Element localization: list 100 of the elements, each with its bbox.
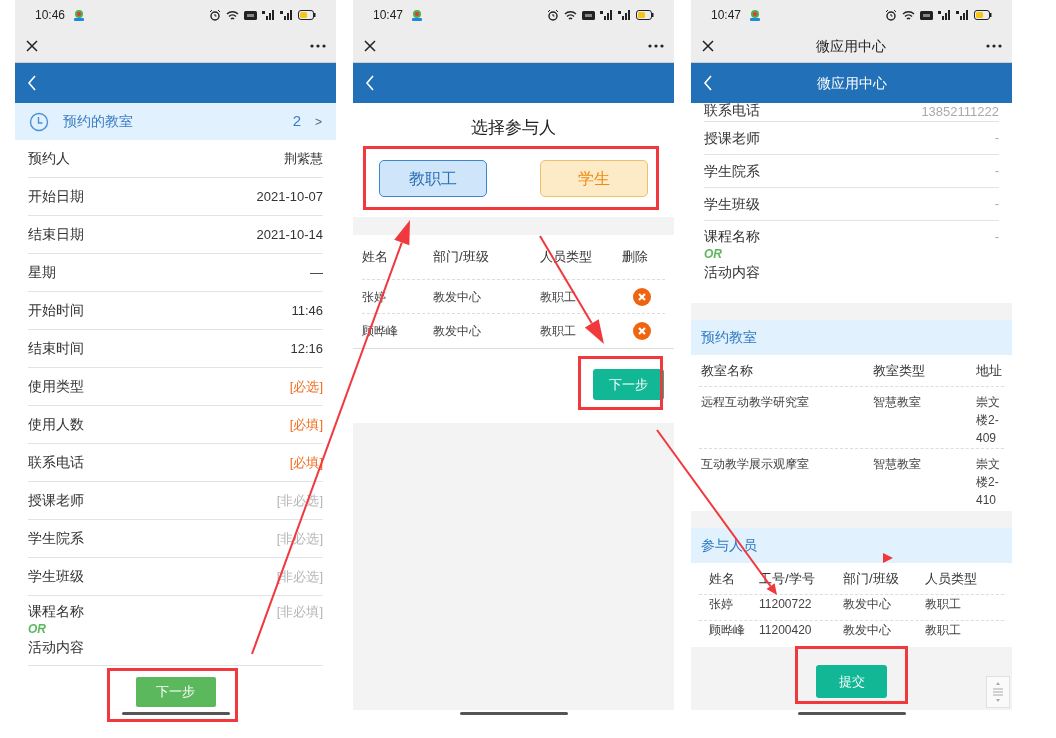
field-label: 结束时间 <box>28 339 84 358</box>
table-cell-text: 张婷 <box>708 596 734 613</box>
field-label: 课程名称 <box>28 602 84 620</box>
summary-count: 2 <box>292 111 301 132</box>
annotation-arrowhead <box>883 553 893 563</box>
column-header: 部门/班级 <box>433 248 490 267</box>
alarm-icon <box>209 9 221 21</box>
hd-icon <box>244 10 257 20</box>
app-logo-icon <box>411 9 424 21</box>
column-header: 人员类型 <box>540 248 593 267</box>
status-time: 10:47 <box>373 7 404 24</box>
scroll-handle-icon[interactable] <box>986 676 1010 708</box>
field-label: 活动内容 <box>704 263 760 281</box>
table-cell-text: 顾晔峰 <box>708 622 746 639</box>
field-label: 预约人 <box>28 149 70 168</box>
column-header: 删除 <box>622 248 649 267</box>
field-label: 联系电话 <box>28 453 84 472</box>
delete-icon[interactable] <box>633 287 651 306</box>
field-label: 结束日期 <box>28 225 84 244</box>
alarm-icon <box>885 9 897 21</box>
table-cell-text: 崇文楼2-410 <box>976 456 1001 509</box>
table-cell-text: 教职工 <box>925 622 962 639</box>
table-cell-text: 11200420 <box>759 622 813 639</box>
status-time: 10:47 <box>711 7 742 24</box>
table-cell-text: 崇文楼2-409 <box>976 394 1001 447</box>
status-time: 10:46 <box>35 7 66 24</box>
hd-icon <box>920 10 933 20</box>
table-cell-text: 教职工 <box>540 323 577 340</box>
field-value: - <box>994 195 999 214</box>
table-cell-text: 远程互动教学研究室 <box>700 394 810 411</box>
field-value: — <box>310 263 323 282</box>
back-icon[interactable] <box>365 75 375 91</box>
field-label: 学生班级 <box>704 194 760 214</box>
next-button[interactable]: 下一步 <box>593 369 664 400</box>
table-cell-text: 互动教学展示观摩室 <box>700 456 810 473</box>
signal-icon <box>600 10 613 20</box>
field-label: 授课老师 <box>704 128 760 148</box>
close-icon[interactable] <box>701 39 715 53</box>
column-header: 教室名称 <box>700 361 754 380</box>
clock-icon <box>29 111 49 132</box>
battery-icon <box>636 10 654 20</box>
submit-button[interactable]: 提交 <box>816 665 887 698</box>
more-icon[interactable] <box>986 44 1002 48</box>
field-value: [非必填] <box>276 603 323 621</box>
section-header: 参与人员 <box>691 528 1012 563</box>
signal-icon <box>280 10 293 20</box>
signal-icon <box>262 10 275 20</box>
field-label: 使用人数 <box>28 415 84 434</box>
field-value: - <box>994 129 999 148</box>
page-title: 微应用中心 <box>815 73 888 93</box>
wifi-icon <box>564 9 577 21</box>
field-label: 联系电话 <box>704 101 760 120</box>
page-title: 选择参与人 <box>470 117 557 139</box>
field-value: [必填] <box>289 415 323 434</box>
close-icon[interactable] <box>25 39 39 53</box>
field-label: 开始时间 <box>28 301 84 320</box>
summary-row[interactable]: 预约的教室 2 > <box>15 103 336 140</box>
category-button[interactable]: 教职工 <box>379 160 487 197</box>
table-cell-text: 智慧教室 <box>873 394 922 411</box>
field-label: 星期 <box>28 263 56 282</box>
section-header: 预约教室 <box>691 320 1012 355</box>
app-logo-icon <box>73 9 86 21</box>
back-icon[interactable] <box>27 75 37 91</box>
next-button[interactable]: 下一步 <box>135 677 216 707</box>
signal-icon <box>618 10 631 20</box>
column-header: 姓名 <box>708 569 736 588</box>
field-value: - <box>994 162 999 181</box>
battery-icon <box>974 10 992 20</box>
table-cell-text: 教发中心 <box>433 288 482 306</box>
field-label: 学生班级 <box>28 567 84 586</box>
battery-icon <box>298 10 316 20</box>
table-cell-text: 教职工 <box>925 596 962 613</box>
column-header: 地址 <box>976 361 1003 380</box>
column-header: 部门/班级 <box>843 569 900 588</box>
field-label: 使用类型 <box>28 377 84 396</box>
field-value: [必选] <box>289 377 323 396</box>
app-logo-icon <box>749 9 762 21</box>
field-label: 授课老师 <box>28 491 84 510</box>
field-value: - <box>994 228 999 246</box>
field-label: 活动内容 <box>28 638 84 656</box>
category-button[interactable]: 学生 <box>540 160 648 197</box>
summary-label: 预约的教室 <box>63 112 134 131</box>
more-icon[interactable] <box>648 44 664 48</box>
alarm-icon <box>547 9 559 21</box>
or-label: OR <box>704 246 723 263</box>
table-cell-text: 教发中心 <box>843 596 892 613</box>
table-cell-text: 智慧教室 <box>873 456 922 473</box>
table-cell-text: 11200722 <box>759 596 813 613</box>
back-icon[interactable] <box>703 75 713 91</box>
wifi-icon <box>226 9 239 21</box>
field-value: 12:16 <box>290 339 323 358</box>
close-icon[interactable] <box>363 39 377 53</box>
hd-icon <box>582 10 595 20</box>
delete-icon[interactable] <box>633 322 651 340</box>
more-icon[interactable] <box>310 44 326 48</box>
field-value: 2021-10-07 <box>256 187 323 206</box>
table-cell-text: 教发中心 <box>433 323 482 340</box>
field-value: 13852111222 <box>921 102 999 121</box>
chevron-glyph: > <box>315 113 322 131</box>
field-value: 11:46 <box>291 301 323 320</box>
